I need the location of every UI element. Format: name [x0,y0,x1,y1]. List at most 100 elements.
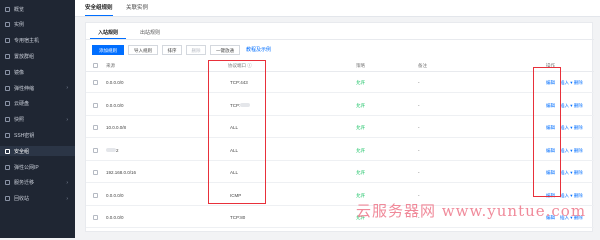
tutorial-link[interactable]: 教程及示例 [246,45,271,55]
column-note: 备注 [418,63,427,68]
sidebar-item-8[interactable]: SSH密钥 [0,130,75,140]
row-checkbox[interactable] [93,170,98,175]
sidebar-item-icon [5,22,10,28]
sort-button[interactable]: 排序 [162,45,182,55]
sidebar-item-icon [5,38,10,44]
sidebar-item-label: 快照 [14,117,25,124]
cell-source: 0.0.0.0/0 [106,192,124,198]
sidebar-item-1[interactable]: 实例 [0,20,75,30]
sidebar: 概览 实例 专用宿主机 置放群组 镜像 弹性伸缩 › 云硬盘 快照 › SSH密钥 安全组 弹性公网IP… [0,0,75,238]
sidebar-item-icon [5,85,10,91]
column-source: 来源 [106,63,115,68]
row-checkbox[interactable] [93,192,98,198]
sidebar-item-icon [5,117,10,123]
insert-link[interactable]: 插入 [560,193,569,198]
insert-link[interactable]: 插入 [560,125,569,130]
table-row: 192.168.0.0/16 ALL 允许 - 编辑 插入 ▾ 删除 [86,163,594,183]
sidebar-item-label: 云硬盘 [14,101,30,108]
row-checkbox[interactable] [93,147,98,153]
table-header: 来源 协议端口 ⓘ 策略 备注 操作 [86,60,594,72]
insert-link[interactable]: 插入 [560,80,569,85]
top-tab-bar: 安全组规则 关联实例 [75,0,600,17]
delete-button[interactable]: 删除 [186,45,206,55]
sidebar-item-icon [5,6,10,12]
sidebar-item-label: 弹性伸缩 [14,85,35,92]
chevron-right-icon: › [66,195,68,202]
chevron-right-icon: › [66,85,68,91]
sidebar-item-12[interactable]: 回收站 › [0,194,75,204]
sidebar-item-11[interactable]: 服务迁移 › [0,178,75,188]
insert-link[interactable]: 插入 [560,170,569,175]
sidebar-item-4[interactable]: 镜像 [0,67,75,77]
tab-inbound-rules[interactable]: 入站规则 [90,28,127,39]
sidebar-item-7[interactable]: 快照 › [0,115,75,125]
row-checkbox[interactable] [93,80,98,85]
sidebar-item-label: 置放群组 [14,53,35,60]
cell-policy: 允许 [356,125,365,130]
cell-policy: 允许 [356,80,365,85]
table-row: 0.0.0.0/0 TCP:443 允许 - 编辑 插入 ▾ 删除 [86,73,594,93]
column-policy: 策略 [356,63,365,68]
delete-link[interactable]: 删除 [574,125,583,130]
row-checkbox[interactable] [93,102,98,108]
cell-source: 192.168.0.0/16 [106,170,137,175]
cell-source: 0.0.0.0/0 [106,80,124,85]
cell-source: 0.0.0.0/0 [106,102,124,108]
sidebar-item-icon [5,180,10,186]
sidebar-item-icon [5,69,10,75]
cell-policy: 允许 [356,102,365,108]
cell-note: - [418,192,420,198]
action-highlight-box [533,67,561,197]
delete-link[interactable]: 删除 [574,170,583,175]
sidebar-item-icon [5,164,10,170]
cell-source: 0.0.0.0/0 [106,215,124,220]
insert-link[interactable]: 插入 [560,103,569,108]
sidebar-item-icon [5,53,10,59]
sidebar-item-2[interactable]: 专用宿主机 [0,36,75,46]
sidebar-item-label: 服务迁移 [14,180,35,187]
sidebar-item-label: SSH密钥 [14,132,35,139]
cell-source: 10.0.0.0/8 [106,125,127,130]
main-content: 安全组规则 关联实例 入站规则 出站规则 添加规则 导入规则 排序 删除 一键放… [75,0,600,238]
add-rule-button[interactable]: 添加规则 [92,45,124,55]
delete-link[interactable]: 删除 [574,148,583,153]
row-checkbox[interactable] [93,125,98,130]
sidebar-item-3[interactable]: 置放群组 [0,51,75,61]
delete-link[interactable]: 删除 [574,193,583,198]
delete-link[interactable]: 删除 [574,103,583,108]
table-row: 2 ALL 允许 - 编辑 插入 ▾ 删除 [86,141,594,161]
row-checkbox[interactable] [93,215,98,220]
cell-note: - [418,170,420,175]
sidebar-item-label: 安全组 [14,148,30,155]
subtab-divider [86,39,594,40]
watermark-text: 云服务器网 www.yuntue.com [356,202,587,220]
cell-note: - [418,80,420,85]
cell-note: - [418,102,420,108]
sidebar-item-0[interactable]: 概览 [0,4,75,14]
select-all-checkbox[interactable] [93,63,98,68]
sidebar-item-label: 实例 [14,22,25,29]
sidebar-item-label: 镜像 [14,69,25,76]
import-rules-button[interactable]: 导入规则 [128,45,158,55]
delete-link[interactable]: 删除 [574,80,583,85]
tab-security-group-rules[interactable]: 安全组规则 [85,3,113,16]
allow-all-button[interactable]: 一键放通 [210,45,240,55]
table-row: 0.0.0.0/0 TCP: 允许 - 编辑 插入 ▾ 删除 [86,96,594,116]
chevron-right-icon: › [66,179,68,186]
cell-source: 2 [106,148,119,153]
sidebar-item-6[interactable]: 云硬盘 [0,99,75,109]
sidebar-item-icon [5,101,10,107]
sidebar-item-5[interactable]: 弹性伸缩 › [0,83,75,93]
sidebar-item-10[interactable]: 弹性公网IP [0,162,75,172]
insert-link[interactable]: 插入 [560,148,569,153]
tab-associated-instances[interactable]: 关联实例 [126,3,148,11]
sidebar-item-9[interactable]: 安全组 [0,146,75,157]
sidebar-item-icon [5,196,10,202]
sidebar-item-label: 概览 [14,6,25,13]
cell-note: - [418,147,420,153]
tab-outbound-rules[interactable]: 出站规则 [132,28,168,39]
cell-protocol-port: TCP:80 [230,215,246,220]
protocol-highlight-box [208,60,266,204]
sidebar-item-icon [5,148,10,154]
sidebar-item-icon [5,132,10,138]
